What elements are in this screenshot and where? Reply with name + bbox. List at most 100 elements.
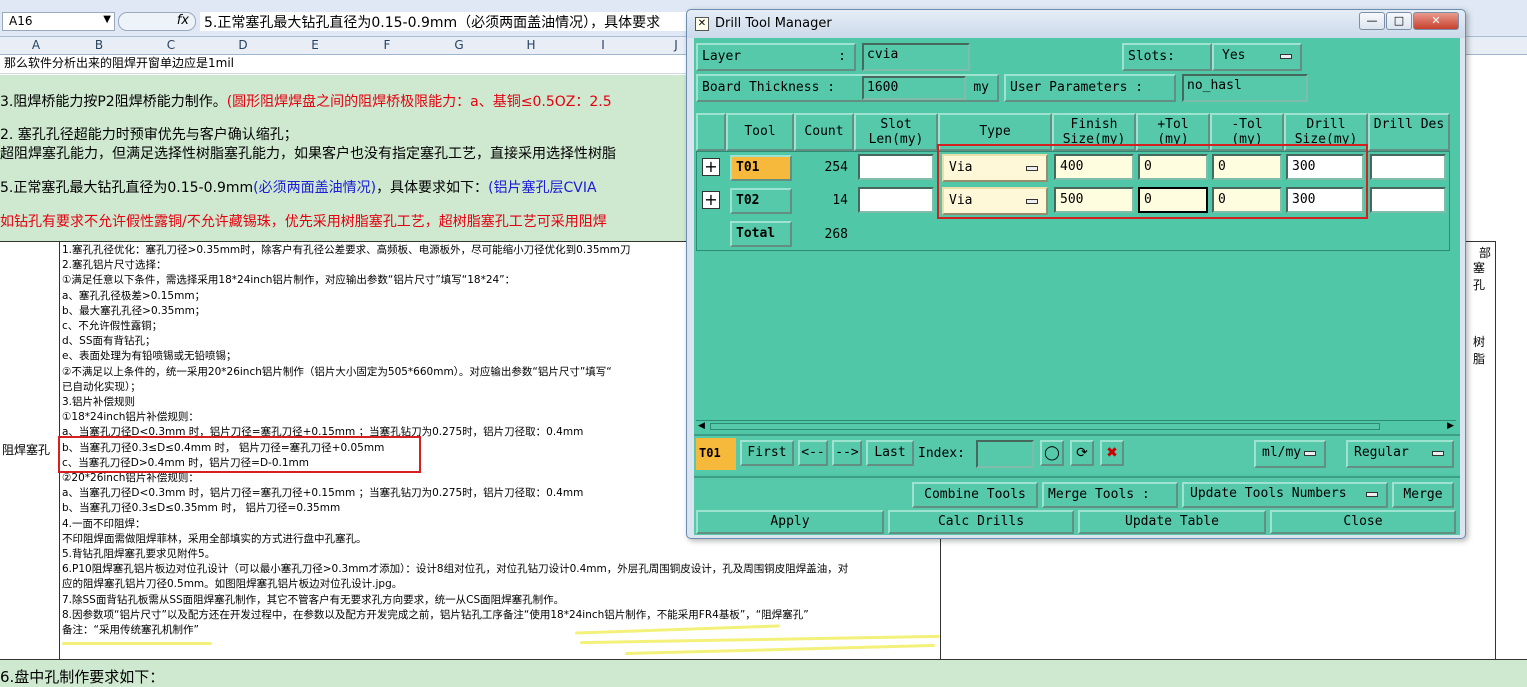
mode-dropdown[interactable]: Regular (1346, 440, 1454, 468)
note-line: 5.背钻孔阻焊塞孔要求见附件5。 (62, 548, 216, 561)
column-header[interactable]: H (495, 38, 567, 52)
column-header[interactable]: G (423, 38, 495, 52)
layer-label-text: Layer (702, 49, 742, 64)
name-box-value: A16 (9, 14, 33, 28)
user-parameters-label: User Parameters : (1004, 74, 1176, 102)
dropdown-icon (1280, 54, 1292, 59)
update-tools-numbers-dropdown[interactable]: Update Tools Numbers (1182, 482, 1388, 508)
column-header[interactable]: E (279, 38, 351, 52)
tool-cell[interactable]: T01 (730, 155, 792, 181)
main-actions-row: Apply Calc Drills Update Table Close (694, 510, 1460, 535)
slots-value: Yes (1222, 48, 1246, 63)
units-value: ml/my (1262, 445, 1302, 460)
refresh-icon[interactable]: ⟳ (1070, 440, 1094, 466)
drill-des-input[interactable] (1370, 187, 1446, 213)
label-cell[interactable]: 阻焊塞孔 (0, 241, 60, 659)
dropdown-icon (1432, 451, 1444, 456)
slots-label: Slots: (1122, 43, 1212, 71)
expand-icon[interactable]: + (702, 158, 720, 176)
cell-text: 3.阻焊桥能力按P2阻焊桥能力制作。 (0, 94, 227, 110)
update-numbers-value: Update Tools Numbers (1190, 486, 1347, 501)
slot-len-input[interactable] (858, 187, 934, 213)
first-button[interactable]: First (740, 440, 794, 466)
drill-tool-manager-window: ✕ Drill Tool Manager — □ ✕ Layer: cvia S… (686, 9, 1466, 539)
cell-text: (铝片塞孔层CVIA (488, 180, 597, 196)
header-drill-des[interactable]: Drill Des (1368, 113, 1450, 151)
navigation-row: T01 First <-- --> Last Index: ◯ ⟳ ✖ ml/m… (694, 434, 1460, 474)
index-input[interactable] (976, 440, 1034, 468)
slots-dropdown[interactable]: Yes (1212, 43, 1302, 71)
cell-row[interactable]: 5.正常塞孔最大钻孔直径为0.15-0.9mm(必须两面盖油情况)，具体要求如下… (0, 177, 700, 197)
cell-row[interactable]: 超阻焊塞孔能力，但满足选择性树脂塞孔能力，如果客户也没有指定塞孔工艺，直接采用选… (0, 143, 700, 163)
close-button[interactable]: Close (1270, 510, 1456, 534)
annotation-box (58, 436, 421, 473)
scroll-left-icon[interactable]: ◀ (698, 421, 705, 431)
update-table-button[interactable]: Update Table (1078, 510, 1266, 534)
header-tool[interactable]: Tool (726, 113, 794, 151)
cell-row[interactable]: 6.盘中孔制作要求如下： (0, 659, 1527, 687)
header-slot-len[interactable]: Slot Len(my) (854, 113, 938, 151)
cell-row[interactable]: 如钻孔有要求不允许假性露铜/不允许藏锡珠，优先采用树脂塞孔工艺，超树脂塞孔工艺可… (0, 211, 700, 231)
colon: : (838, 49, 846, 64)
minimize-button[interactable]: — (1359, 12, 1385, 30)
name-box[interactable]: A16 ▼ (2, 12, 115, 31)
maximize-button[interactable]: □ (1386, 12, 1412, 30)
user-parameters-input[interactable]: no_hasl (1182, 74, 1308, 102)
drill-des-input[interactable] (1370, 154, 1446, 180)
layer-input[interactable]: cvia (862, 43, 970, 71)
expand-icon[interactable]: + (702, 191, 720, 209)
header-blank (696, 113, 726, 151)
units-dropdown[interactable]: ml/my (1254, 440, 1326, 468)
merge-button[interactable]: Merge (1392, 482, 1454, 508)
cell-text: 树脂 (1473, 335, 1486, 366)
column-header[interactable]: B (63, 38, 135, 52)
merge-tools-label: Merge Tools : (1042, 482, 1178, 508)
chevron-down-icon[interactable]: ▼ (103, 14, 111, 25)
column-header[interactable]: A (0, 38, 72, 52)
index-label: Index: (918, 446, 965, 461)
cell-row[interactable]: 2. 塞孔孔径超能力时预审优先与客户确认缩孔； (0, 124, 700, 144)
combine-tools-button[interactable]: Combine Tools (912, 482, 1038, 508)
horizontal-scrollbar[interactable]: ◀ ▶ (696, 420, 1456, 432)
note-line: 应的阻焊塞孔铝片刀径0.5mm。如图阻焊塞孔铝片板边对位孔设计.jpg。 (62, 578, 403, 591)
note-line: 备注：“采用传统塞孔机制作” (62, 624, 199, 637)
scroll-right-icon[interactable]: ▶ (1447, 421, 1454, 431)
scrollbar-thumb[interactable] (710, 423, 1380, 430)
column-header[interactable]: F (351, 38, 423, 52)
last-button[interactable]: Last (866, 440, 914, 466)
cell-row[interactable]: 3.阻焊桥能力按P2阻焊桥能力制作。(圆形阻焊焊盘之间的阻焊桥极限能力：a、基铜… (0, 91, 700, 111)
note-line: 7.除SS面背钻孔板需从SS面阻焊塞孔制作，其它不管客户有无要求孔方向要求，统一… (62, 593, 565, 606)
board-thickness-input[interactable]: 1600 (862, 76, 966, 100)
mode-value: Regular (1354, 445, 1409, 460)
prev-button[interactable]: <-- (798, 440, 828, 466)
total-label: Total (730, 221, 792, 247)
window-title: Drill Tool Manager (715, 16, 832, 31)
note-line: 8.因参数项“铝片尺寸”以及配方还在开发过程中，在参数以及配方开发完成之前，铝片… (62, 608, 809, 621)
column-header[interactable]: I (567, 38, 639, 52)
fx-icon[interactable]: fx (118, 12, 196, 31)
bulb-icon[interactable]: ◯ (1040, 440, 1064, 466)
calc-drills-button[interactable]: Calc Drills (888, 510, 1074, 534)
tool-cell[interactable]: T02 (730, 188, 792, 214)
header-count[interactable]: Count (794, 113, 854, 151)
annotation-box (937, 144, 1368, 219)
slot-len-input[interactable] (858, 154, 934, 180)
cell-text: (圆形阻焊焊盘之间的阻焊桥极限能力：a、基铜≤0.5OZ：2.5 (226, 94, 612, 110)
note-line: 6.P10阻焊塞孔铝片板边对位孔设计（可以最小塞孔刀径>0.3mm才添加）：设计… (62, 563, 849, 576)
next-button[interactable]: --> (832, 440, 862, 466)
close-window-button[interactable]: ✕ (1413, 12, 1459, 30)
title-bar[interactable]: ✕ Drill Tool Manager — □ ✕ (687, 10, 1465, 38)
apply-button[interactable]: Apply (696, 510, 884, 534)
column-header[interactable]: D (207, 38, 279, 52)
cell-row[interactable]: 那么软件分析出来的阻焊开窗单边应是1mil (0, 54, 690, 74)
total-count: 268 (824, 227, 848, 242)
dropdown-icon (1366, 492, 1378, 497)
thickness-label-text: Board Thickness : (702, 80, 836, 95)
label-text: 阻焊塞孔 (2, 443, 51, 457)
column-header[interactable]: C (135, 38, 207, 52)
delete-icon[interactable]: ✖ (1100, 440, 1124, 466)
formula-input[interactable]: 5.正常塞孔最大钻孔直径为0.15-0.9mm（必须两面盖油情况），具体要求 (200, 12, 690, 31)
cell-text: 塞孔 (1473, 261, 1486, 292)
cell-text: 5.正常塞孔最大钻孔直径为0.15-0.9mm (0, 180, 254, 196)
tools-actions-row: Combine Tools Merge Tools : Update Tools… (694, 476, 1460, 510)
